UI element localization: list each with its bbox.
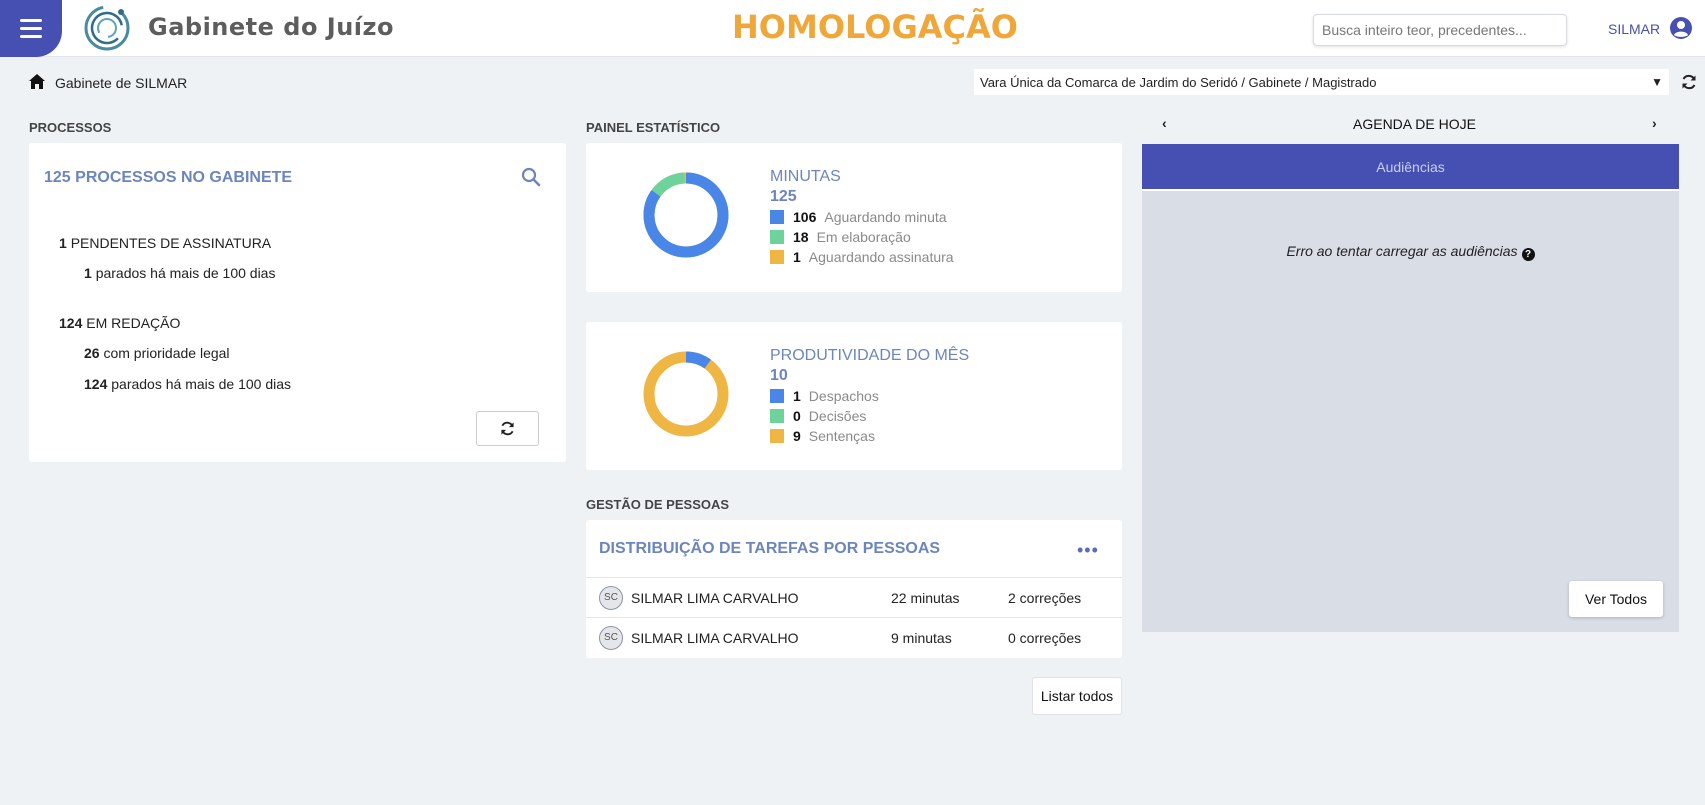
- legend-value: 0: [793, 408, 801, 424]
- minutas-donut-chart: [643, 172, 729, 258]
- legend-value: 9: [793, 428, 801, 444]
- legend-item[interactable]: 18 Em elaboração: [770, 229, 911, 245]
- person-correcoes: 0 correções: [1008, 629, 1082, 646]
- breadcrumb[interactable]: Gabinete de SILMAR: [55, 75, 187, 91]
- distribuicao-heading: DISTRIBUIÇÃO DE TAREFAS POR PESSOAS: [599, 540, 941, 557]
- pendentes-label: PENDENTES DE ASSINATURA: [70, 235, 272, 251]
- top-header: Gabinete do Juízo HOMOLOGAÇÃO SILMAR: [0, 0, 1705, 57]
- pendentes-parados-count: 1: [84, 265, 92, 281]
- agenda-error-message: Erro ao tentar carregar as audiências?: [1142, 243, 1679, 261]
- legend-swatch: [770, 429, 784, 443]
- pendentes-count: 1: [59, 235, 67, 251]
- redacao-label: EM REDAÇÃO: [86, 315, 181, 331]
- unit-select[interactable]: Vara Única da Comarca de Jardim do Serid…: [974, 69, 1669, 95]
- redacao-prioridade-label: com prioridade legal: [103, 345, 230, 361]
- chevron-down-icon: ▼: [1651, 75, 1663, 89]
- produtividade-title: PRODUTIVIDADE DO MÊS: [770, 347, 970, 364]
- processos-section-title: PROCESSOS: [29, 120, 112, 135]
- person-name: SILMAR LIMA CARVALHO: [631, 589, 799, 606]
- redacao-parados[interactable]: 124 parados há mais de 100 dias: [84, 376, 291, 392]
- painel-section-title: PAINEL ESTATÍSTICO: [586, 120, 721, 135]
- legend-item[interactable]: 1 Despachos: [770, 388, 879, 404]
- search-icon[interactable]: [521, 167, 541, 187]
- legend-item[interactable]: 0 Decisões: [770, 408, 866, 424]
- legend-value: 106: [793, 209, 817, 225]
- legend-item[interactable]: 1 Aguardando assinatura: [770, 249, 954, 265]
- legend-label: Despachos: [808, 388, 879, 404]
- menu-bar: [20, 27, 42, 30]
- person-name: SILMAR LIMA CARVALHO: [631, 629, 799, 646]
- menu-bar: [20, 19, 42, 22]
- menu-bar: [20, 35, 42, 38]
- processos-card: 125 PROCESSOS NO GABINETE 1 PENDENTES DE…: [29, 143, 566, 462]
- redacao-count: 124: [59, 315, 83, 331]
- unit-select-value: Vara Única da Comarca de Jardim do Serid…: [980, 74, 1377, 90]
- redacao-parados-count: 124: [84, 376, 108, 392]
- redacao-prioridade[interactable]: 26 com prioridade legal: [84, 345, 230, 361]
- minutas-card: MINUTAS 125 106 Aguardando minuta 18 Em …: [586, 143, 1122, 292]
- legend-label: Decisões: [808, 408, 867, 424]
- legend-item[interactable]: 9 Sentenças: [770, 428, 875, 444]
- question-circle-icon[interactable]: ?: [1521, 248, 1535, 261]
- avatar: SC: [599, 625, 623, 650]
- legend-swatch: [770, 230, 784, 244]
- legend-item[interactable]: 106 Aguardando minuta: [770, 209, 947, 225]
- redacao-prioridade-count: 26: [84, 345, 100, 361]
- legend-value: 1: [793, 249, 801, 265]
- agenda-prev-icon[interactable]: ‹: [1162, 115, 1167, 131]
- pendentes-assinatura[interactable]: 1 PENDENTES DE ASSINATURA: [59, 235, 271, 251]
- agenda-panel: Erro ao tentar carregar as audiências? V…: [1142, 189, 1679, 632]
- legend-label: Sentenças: [808, 428, 875, 444]
- donut-segment-sentencas: [643, 351, 729, 437]
- legend-swatch: [770, 389, 784, 403]
- legend-swatch: [770, 210, 784, 224]
- tab-audiencias[interactable]: Audiências: [1142, 144, 1679, 189]
- gestao-section-title: GESTÃO DE PESSOAS: [586, 497, 730, 512]
- produtividade-total: 10: [770, 367, 788, 384]
- agenda-error-text: Erro ao tentar carregar as audiências: [1286, 243, 1518, 259]
- environment-title: HOMOLOGAÇÃO: [732, 8, 1018, 46]
- search-input[interactable]: [1313, 14, 1567, 46]
- produtividade-card: PRODUTIVIDADE DO MÊS 10 1 Despachos 0 De…: [586, 322, 1122, 470]
- legend-value: 1: [793, 388, 801, 404]
- person-minutas: 22 minutas: [891, 589, 960, 606]
- minutas-total: 125: [770, 188, 797, 205]
- listar-todos-button[interactable]: Listar todos: [1032, 677, 1122, 715]
- refresh-icon[interactable]: [1681, 74, 1697, 90]
- home-icon[interactable]: [29, 74, 45, 89]
- agenda-title: AGENDA DE HOJE: [1353, 116, 1476, 132]
- avatar: SC: [599, 585, 623, 610]
- table-row[interactable]: SC SILMAR LIMA CARVALHO 22 minutas 2 cor…: [586, 577, 1122, 617]
- user-name[interactable]: SILMAR: [1608, 21, 1660, 37]
- processos-heading[interactable]: 125 PROCESSOS NO GABINETE: [44, 169, 292, 187]
- app-title: Gabinete do Juízo: [148, 13, 394, 41]
- more-options-icon[interactable]: •••: [1077, 540, 1099, 561]
- refresh-processos-button[interactable]: [476, 411, 539, 446]
- pendentes-parados[interactable]: 1 parados há mais de 100 dias: [84, 265, 275, 281]
- distribuicao-card: DISTRIBUIÇÃO DE TAREFAS POR PESSOAS ••• …: [586, 520, 1122, 658]
- refresh-icon: [501, 421, 514, 436]
- legend-label: Em elaboração: [816, 229, 911, 245]
- legend-label: Aguardando assinatura: [808, 249, 954, 265]
- person-correcoes: 2 correções: [1008, 589, 1082, 606]
- ver-todos-button[interactable]: Ver Todos: [1569, 581, 1663, 617]
- legend-label: Aguardando minuta: [824, 209, 947, 225]
- user-avatar-icon[interactable]: [1669, 16, 1693, 40]
- table-row[interactable]: SC SILMAR LIMA CARVALHO 9 minutas 0 corr…: [586, 617, 1122, 657]
- person-minutas: 9 minutas: [891, 629, 952, 646]
- legend-value: 18: [793, 229, 809, 245]
- hamburger-menu-button[interactable]: [0, 0, 62, 57]
- minutas-title: MINUTAS: [770, 168, 841, 185]
- produtividade-donut-chart: [643, 351, 729, 437]
- agenda-next-icon[interactable]: ›: [1652, 115, 1657, 131]
- pendentes-parados-label: parados há mais de 100 dias: [95, 265, 276, 281]
- legend-swatch: [770, 250, 784, 264]
- legend-swatch: [770, 409, 784, 423]
- em-redacao[interactable]: 124 EM REDAÇÃO: [59, 315, 180, 331]
- redacao-parados-label: parados há mais de 100 dias: [111, 376, 292, 392]
- app-logo-icon: [84, 5, 130, 51]
